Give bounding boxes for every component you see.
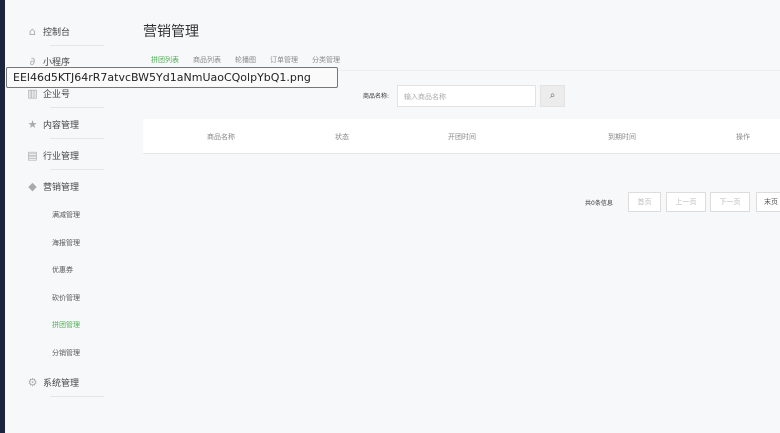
sub-item-discount[interactable]: 满减管理 bbox=[52, 210, 80, 220]
col-status: 状态 bbox=[335, 133, 349, 141]
sub-item-coupon[interactable]: 优惠券 bbox=[52, 265, 73, 275]
last-page-button[interactable]: 末页 bbox=[756, 192, 780, 212]
sidebar-item-system[interactable]: ⚙ 系统管理 bbox=[27, 376, 79, 389]
total-count: 共0条信息 bbox=[585, 200, 613, 207]
sub-item-bargain[interactable]: 砍价管理 bbox=[52, 293, 80, 303]
sub-item-distribution[interactable]: 分销管理 bbox=[52, 348, 80, 358]
next-page-button[interactable]: 下一页 bbox=[710, 192, 750, 212]
tab-orders[interactable]: 订单管理 bbox=[270, 55, 298, 65]
col-start-time: 开团时间 bbox=[448, 133, 476, 141]
home-icon: ⌂ bbox=[29, 25, 36, 38]
link-icon: ∂ bbox=[29, 55, 36, 68]
divider bbox=[50, 396, 104, 397]
col-product-name: 商品名称 bbox=[207, 133, 235, 141]
divider bbox=[50, 107, 104, 108]
sidebar: ⌂ 控制台 ∂ 小程序 ▥ 企业号 ★ 内容管理 ▤ 行业管理 ◆ 营销管理 满减管理 海报… bbox=[5, 0, 105, 433]
search-input[interactable]: 输入商品名称 bbox=[397, 85, 536, 107]
divider bbox=[50, 169, 104, 170]
sidebar-item-enterprise[interactable]: ▥ 企业号 bbox=[27, 87, 70, 100]
tab-group-list[interactable]: 拼团列表 bbox=[151, 55, 179, 65]
sidebar-item-industry[interactable]: ▤ 行业管理 bbox=[27, 149, 79, 162]
col-actions: 操作 bbox=[736, 133, 750, 141]
page-title: 营销管理 bbox=[143, 24, 199, 40]
sub-item-poster[interactable]: 海报管理 bbox=[52, 238, 80, 248]
sidebar-item-content[interactable]: ★ 内容管理 bbox=[27, 118, 79, 131]
search-button[interactable]: ⌕ bbox=[540, 85, 565, 107]
tab-categories[interactable]: 分类管理 bbox=[312, 55, 340, 65]
search-icon: ⌕ bbox=[549, 90, 556, 101]
store-icon: ▤ bbox=[27, 149, 38, 162]
gear-icon: ⚙ bbox=[27, 376, 38, 389]
table-header: 商品名称 状态 开团时间 到期时间 操作 bbox=[143, 119, 780, 154]
search-label: 商品名称: bbox=[363, 93, 390, 100]
sidebar-item-dashboard[interactable]: ⌂ 控制台 bbox=[27, 25, 70, 38]
first-page-button[interactable]: 首页 bbox=[628, 192, 661, 212]
tab-product-list[interactable]: 商品列表 bbox=[193, 55, 221, 65]
divider bbox=[50, 138, 104, 139]
col-end-time: 到期时间 bbox=[608, 133, 636, 141]
tag-icon: ◆ bbox=[28, 180, 37, 193]
sub-item-group-buy[interactable]: 拼团管理 bbox=[52, 320, 80, 330]
building-icon: ▥ bbox=[27, 87, 38, 100]
filename-tooltip: EEl46d5KTJ64rR7atvcBW5Yd1aNmUaoCQolpYbQ1… bbox=[6, 67, 338, 88]
tab-bar: 拼团列表 商品列表 轮播图 订单管理 分类管理 bbox=[151, 55, 340, 65]
prev-page-button[interactable]: 上一页 bbox=[666, 192, 706, 212]
tab-carousel[interactable]: 轮播图 bbox=[235, 55, 256, 65]
star-icon: ★ bbox=[27, 118, 38, 131]
sidebar-item-marketing[interactable]: ◆ 营销管理 bbox=[27, 180, 79, 193]
divider bbox=[50, 45, 104, 46]
